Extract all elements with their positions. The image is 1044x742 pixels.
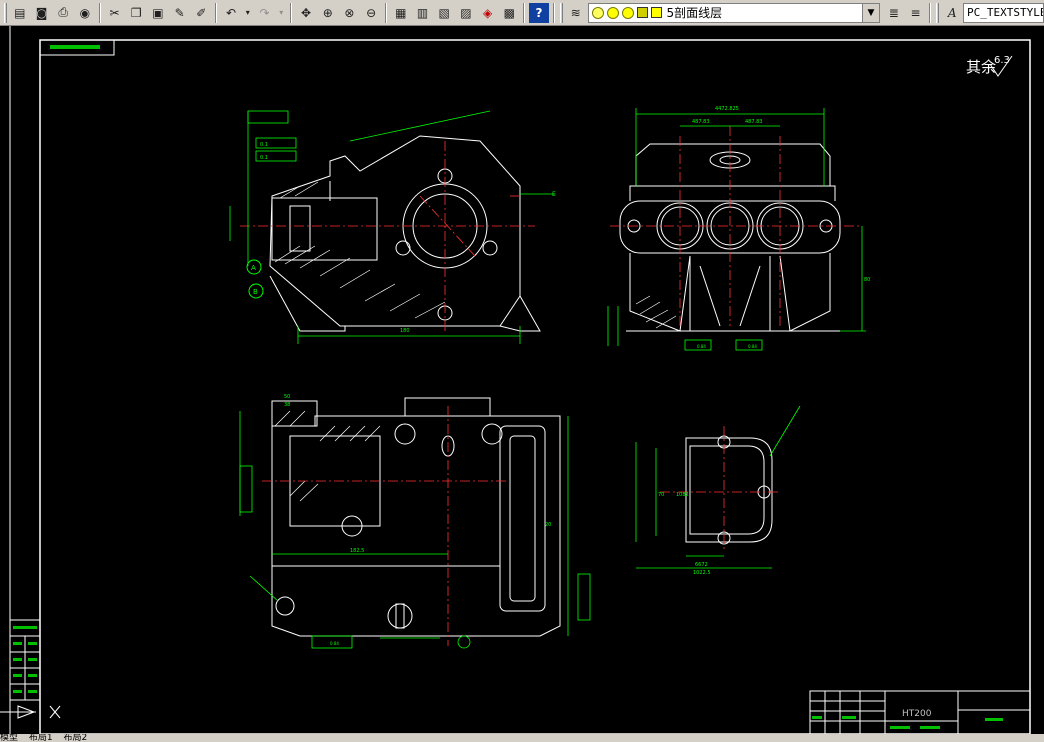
dim-overall-width: 180 (400, 328, 410, 334)
roughness-1: 0.84 (697, 344, 706, 349)
preview-icon[interactable]: ◉ (75, 3, 95, 23)
dim-height: 80 (864, 277, 870, 283)
paste-icon[interactable]: ▣ (148, 3, 168, 23)
datum-e-label: E (552, 191, 556, 198)
chevron-down-icon[interactable]: ▼ (861, 3, 879, 22)
layer-on-icon[interactable] (592, 6, 605, 19)
match-icon[interactable]: ✎ (170, 3, 190, 23)
dim-top-left: 487.83 (692, 119, 710, 125)
pan-icon[interactable]: ✥ (296, 3, 316, 23)
drawing-frame (39, 39, 1031, 735)
undo-dropdown-icon[interactable]: ▾ (243, 3, 253, 23)
front-view-hatch (274, 181, 446, 319)
tab-layout-2[interactable]: 布局2 (64, 734, 88, 742)
text-style-dropdown[interactable]: PC_TEXTSTYLE (963, 2, 1044, 23)
drawing-canvas[interactable]: 其余 6.3 180 A B E 0.1 0.1 4472.825 487.83… (0, 26, 1044, 736)
tolerance-b1: 0.1 (260, 142, 268, 148)
dim-left-1: 50 (284, 394, 290, 400)
redo-dropdown-icon[interactable]: ▾ (276, 3, 286, 23)
cut-icon[interactable]: ✂ (105, 3, 125, 23)
tab-model[interactable]: 模型 (0, 734, 18, 742)
properties-icon[interactable]: ▦ (391, 3, 411, 23)
make-current-icon[interactable]: ≣ (884, 3, 904, 23)
layer-previous-icon[interactable]: ≡ (906, 3, 926, 23)
dim-bottom-2: 20 (545, 522, 551, 528)
toolbar-separator (384, 2, 387, 23)
toolbar-separator (215, 2, 218, 23)
print-icon[interactable]: ⎙ (53, 3, 73, 23)
dim-top-right: 487.83 (745, 119, 763, 125)
layer-dropdown[interactable]: 5剖面线层 ▼ (588, 2, 880, 23)
toolbar-separator (98, 2, 101, 23)
zoom-realtime-icon[interactable]: ⊕ (318, 3, 338, 23)
calculator-icon[interactable]: ▩ (499, 3, 519, 23)
detail-view-centerlines (660, 426, 780, 551)
side-view-centerlines (610, 126, 860, 326)
save-icon[interactable]: ◙ (32, 3, 52, 23)
tool-palette-icon[interactable]: ▧ (434, 3, 454, 23)
toolbar-separator (523, 2, 526, 23)
standard-toolbar: ▤ ◙ ⎙ ◉ ✂ ❐ ▣ ✎ ✐ ↶ ▾ ↷ ▾ ✥ ⊕ ⊗ ⊖ ▦ ▥ ▧ … (0, 0, 1044, 26)
layer-manager-icon[interactable]: ≋ (566, 3, 586, 23)
toolbar-grip[interactable] (559, 2, 563, 23)
brush-icon[interactable]: ✐ (191, 3, 211, 23)
front-view-dims (229, 110, 555, 344)
copy-icon[interactable]: ❐ (126, 3, 146, 23)
sheet-set-icon[interactable]: ▨ (456, 3, 476, 23)
top-view-dims (239, 411, 591, 649)
layer-freeze-icon[interactable] (607, 6, 620, 19)
text-style-icon[interactable]: A (942, 3, 962, 23)
side-view-hatch (635, 295, 677, 329)
dim-overall-length: 1022.5 (693, 570, 711, 576)
text-style-name: PC_TEXTSTYLE (967, 6, 1044, 19)
open-icon[interactable]: ▤ (10, 3, 30, 23)
dim-top: 4472.825 (715, 106, 739, 112)
top-view-hatch (274, 410, 381, 502)
layout-tabs: 模型 布局1 布局2 (0, 734, 1044, 742)
dim-right-c: 6672 (695, 562, 708, 568)
dim-right-a: 70 (658, 492, 664, 498)
help-icon[interactable]: ? (529, 2, 549, 23)
roughness-3: 0.84 (330, 641, 339, 646)
dim-bottom-1: 182.5 (350, 548, 364, 554)
dim-right-b: 1082 (676, 492, 689, 498)
undo-icon[interactable]: ↶ (221, 3, 241, 23)
layer-lock-icon[interactable] (637, 7, 649, 18)
detail-view (685, 435, 773, 545)
layer-color-icon (651, 7, 663, 18)
toolbar-separator (290, 2, 293, 23)
toolbar-separator (552, 2, 555, 23)
detail-view-dims (635, 405, 801, 569)
datum-b-label: B (253, 288, 258, 296)
tolerance-b2: 0.1 (260, 155, 268, 161)
markup-icon[interactable]: ◈ (478, 3, 498, 23)
dim-left-2: 38 (284, 402, 290, 408)
datum-a-label: A (251, 264, 256, 272)
toolbar-grip[interactable] (936, 2, 940, 23)
toolbar-separator (929, 2, 932, 23)
redo-icon[interactable]: ↷ (255, 3, 275, 23)
tab-layout-1[interactable]: 布局1 (29, 734, 53, 742)
layer-name: 5剖面线层 (666, 6, 723, 20)
design-center-icon[interactable]: ▥ (413, 3, 433, 23)
roughness-2: 0.84 (748, 344, 757, 349)
layer-viewport-icon[interactable] (622, 6, 635, 19)
top-view (271, 397, 561, 637)
title-tag-text (50, 45, 100, 49)
zoom-previous-icon[interactable]: ⊖ (361, 3, 381, 23)
front-view (269, 135, 541, 332)
ucs-icon (0, 705, 61, 719)
toolbar-grip[interactable] (4, 2, 7, 23)
material-label: HT200 (902, 709, 932, 719)
surface-finish-value: 6.3 (994, 55, 1010, 66)
zoom-window-icon[interactable]: ⊗ (340, 3, 360, 23)
